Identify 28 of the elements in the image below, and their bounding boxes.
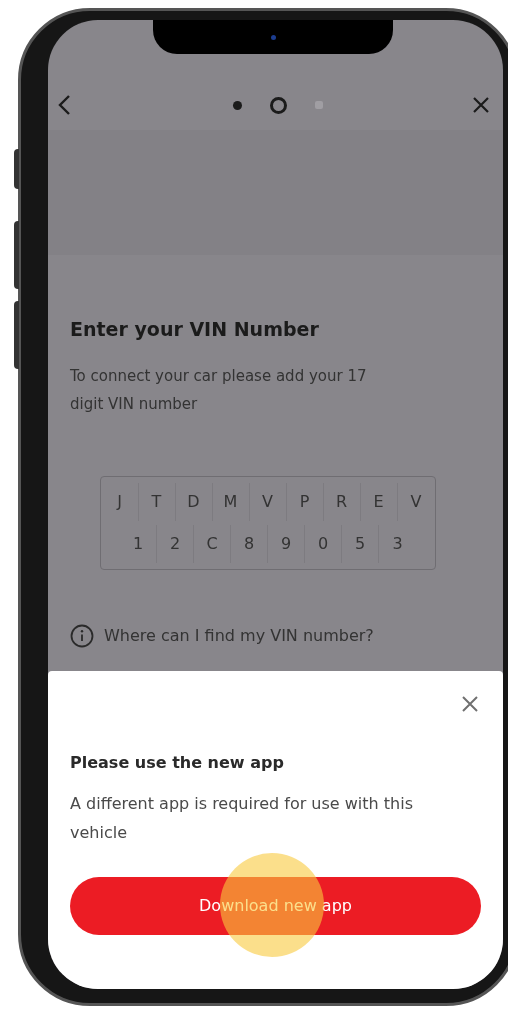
vin-character: 0 bbox=[305, 524, 342, 563]
close-icon bbox=[472, 96, 490, 114]
vin-character: T bbox=[138, 482, 176, 521]
vin-character: 3 bbox=[391, 532, 404, 555]
back-icon bbox=[57, 94, 71, 116]
vin-character: J bbox=[101, 482, 139, 521]
vin-character: P bbox=[286, 482, 324, 521]
help-link[interactable]: Where can I find my VIN number? bbox=[104, 623, 374, 648]
vin-title: Enter your VIN Number bbox=[70, 317, 320, 342]
vin-character: E bbox=[360, 482, 398, 521]
sheet-title: Please use the new app bbox=[70, 752, 285, 774]
vin-description: To connect your car please add your 17 digit VIN number bbox=[70, 365, 368, 415]
sheet-message: A different app is required for use with this vehicle bbox=[70, 793, 414, 844]
info-icon bbox=[70, 623, 94, 648]
vin-character: 9 bbox=[268, 524, 305, 563]
close-icon bbox=[461, 695, 479, 713]
vin-character: M bbox=[212, 482, 250, 521]
vin-character: D bbox=[175, 482, 213, 521]
vin-character: V bbox=[409, 490, 423, 513]
vin-character: R bbox=[323, 482, 361, 521]
vin-character: C bbox=[194, 524, 231, 563]
vin-input-grid[interactable]: J T D M V P R E V 1 2 C 8 9 0 5 3 bbox=[100, 475, 436, 570]
vin-character: 2 bbox=[157, 524, 194, 563]
camera-icon bbox=[270, 34, 276, 40]
vin-character: 8 bbox=[231, 524, 268, 563]
vin-character: V bbox=[249, 482, 287, 521]
vin-character: 5 bbox=[342, 524, 379, 563]
vin-character: 1 bbox=[120, 524, 157, 563]
